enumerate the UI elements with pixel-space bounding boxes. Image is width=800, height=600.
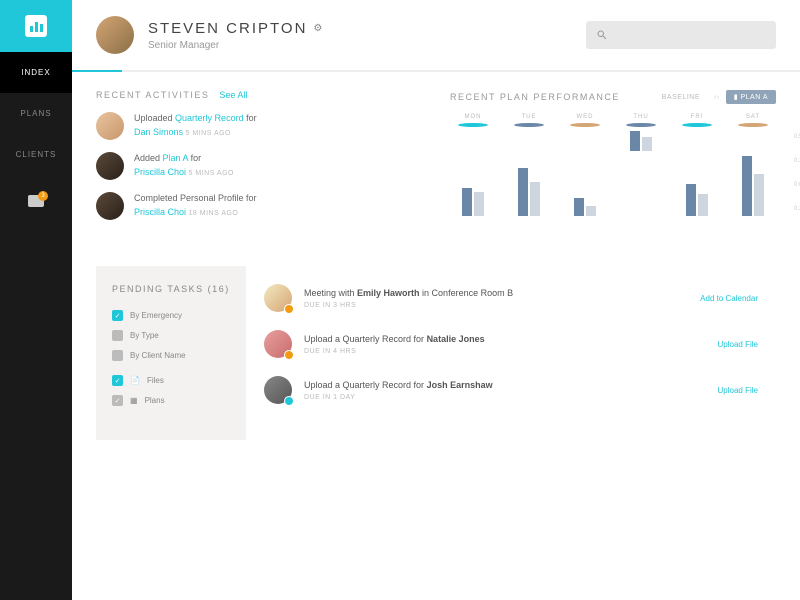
search-input[interactable] xyxy=(586,21,776,49)
header: STEVEN CRIPTON⚙ Senior Manager xyxy=(72,0,800,70)
activity-item: Completed Personal Profile for Priscilla… xyxy=(96,192,422,220)
filter-files[interactable]: ✓📄 Files xyxy=(112,375,230,386)
see-all-link[interactable]: See All xyxy=(219,90,247,100)
activity-item: Added Plan A for Priscilla Choi 5 MINS A… xyxy=(96,152,422,180)
logo[interactable] xyxy=(0,0,72,52)
filter-type[interactable]: By Type xyxy=(112,330,230,341)
filter-emergency[interactable]: ✓By Emergency xyxy=(112,310,230,321)
nav-plans[interactable]: PLANS xyxy=(0,93,72,134)
sidebar: INDEX PLANS CLIENTS 3 xyxy=(0,0,72,600)
pending-title: PENDING TASKS (16) xyxy=(112,284,230,294)
nav-index[interactable]: INDEX xyxy=(0,52,72,93)
chart-icon xyxy=(25,15,47,37)
activity-item: Uploaded Quarterly Record for Dan Simons… xyxy=(96,112,422,140)
user-avatar[interactable] xyxy=(96,16,134,54)
task-badge-icon xyxy=(284,304,294,314)
task-badge-icon xyxy=(284,396,294,406)
toggle-baseline[interactable]: BASELINE xyxy=(654,91,708,104)
nav-clients[interactable]: CLIENTS xyxy=(0,134,72,175)
task-action-upload[interactable]: Upload File xyxy=(718,386,758,395)
task-item: Upload a Quarterly Record for Josh Earns… xyxy=(264,376,758,404)
avatar[interactable] xyxy=(96,152,124,180)
notification-badge: 3 xyxy=(38,191,48,201)
avatar[interactable] xyxy=(96,192,124,220)
activities-header: RECENT ACTIVITIES See All xyxy=(96,90,422,100)
avatar[interactable] xyxy=(96,112,124,140)
task-action-calendar[interactable]: Add to Calendar xyxy=(700,294,758,303)
chart-y-labels: 0.500k 0.300k 0.000k 0.200k xyxy=(794,134,800,212)
task-action-upload[interactable]: Upload File xyxy=(718,340,758,349)
filter-plans[interactable]: ✓▦ Plans xyxy=(112,395,230,406)
chart-title: RECENT PLAN PERFORMANCE xyxy=(450,92,620,102)
notifications-icon[interactable]: 3 xyxy=(28,195,44,210)
chart-toggle: BASELINE ‹› ▮ PLAN A xyxy=(654,90,776,104)
pending-tasks: PENDING TASKS (16) ✓By Emergency By Type… xyxy=(96,266,776,440)
task-badge-icon xyxy=(284,350,294,360)
filter-client[interactable]: By Client Name xyxy=(112,350,230,361)
task-item: Meeting with Emily Haworth in Conference… xyxy=(264,284,758,312)
user-name: STEVEN CRIPTON⚙ xyxy=(148,20,324,37)
task-item: Upload a Quarterly Record for Natalie Jo… xyxy=(264,330,758,358)
gear-icon[interactable]: ⚙ xyxy=(313,23,324,34)
user-role: Senior Manager xyxy=(148,40,324,51)
toggle-plan[interactable]: ▮ PLAN A xyxy=(726,90,776,104)
performance-chart: MON TUE WED THU FRI SAT 0.500k 0.300k 0.… xyxy=(450,114,776,244)
search-icon xyxy=(596,29,608,41)
